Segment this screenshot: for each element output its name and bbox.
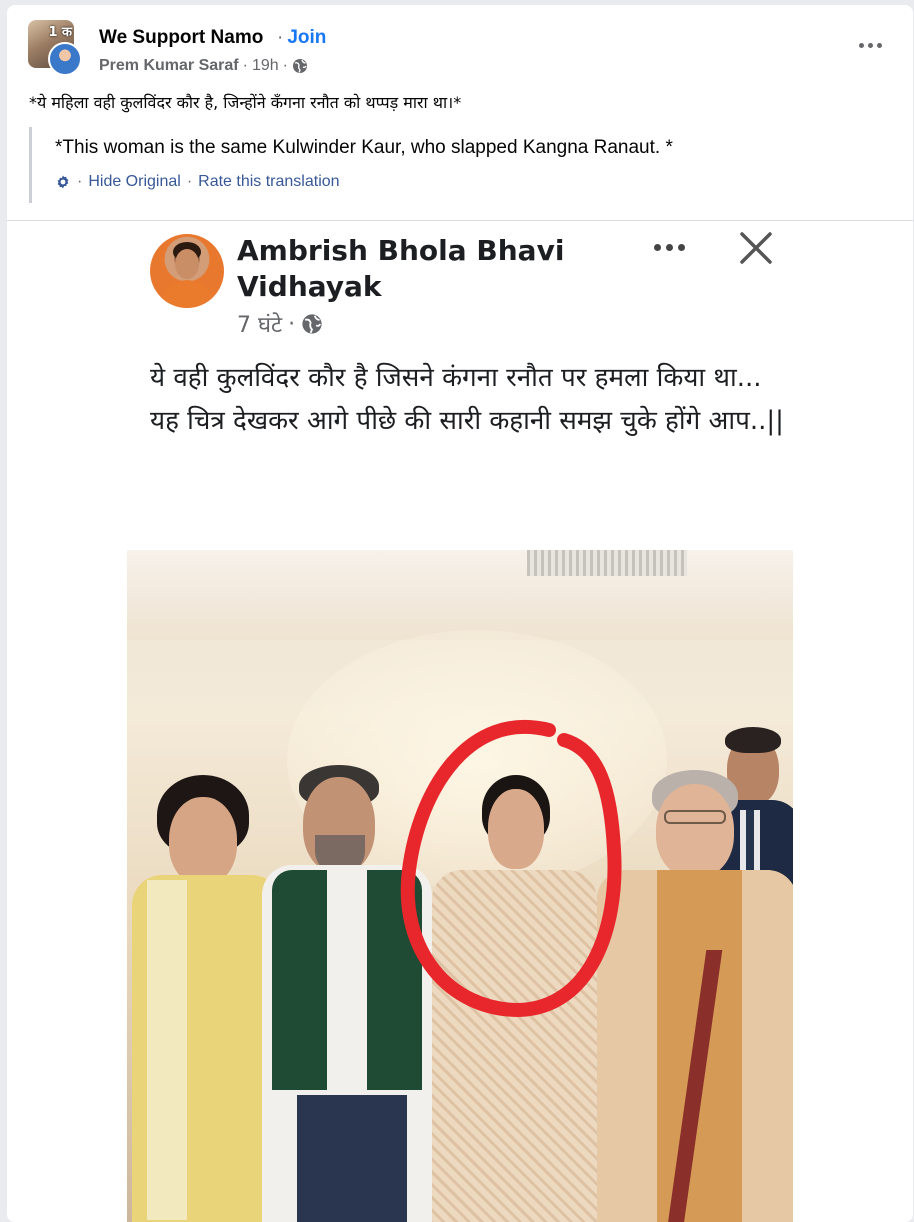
- translation-actions: · Hide Original · Rate this translation: [55, 173, 340, 191]
- rate-translation-link[interactable]: Rate this translation: [198, 173, 339, 191]
- globe-icon[interactable]: [292, 58, 308, 74]
- post-meta: Prem Kumar Saraf · 19h ·: [99, 57, 308, 75]
- embedded-text: ये वही कुलविंदर कौर है जिसने कंगना रनौत …: [150, 357, 790, 443]
- translation-separator-2: ·: [186, 173, 193, 190]
- embedded-meta-separator: ·: [288, 311, 296, 337]
- translated-text: *This woman is the same Kulwinder Kaur, …: [55, 137, 673, 158]
- highlight-circle: [400, 719, 622, 1018]
- post-card: 1 क We Support Namo · Join Prem Kumar Sar…: [7, 5, 913, 1222]
- translation-separator-1: ·: [77, 173, 83, 190]
- photo-vent: [527, 550, 687, 576]
- more-options-icon[interactable]: [855, 35, 885, 55]
- embedded-text-line1: ये वही कुलविंदर कौर है जिसने कंगना रनौत …: [150, 363, 762, 393]
- gear-icon[interactable]: [55, 174, 71, 190]
- embedded-time: 7 घंटे: [237, 313, 283, 338]
- user-avatar[interactable]: [48, 42, 82, 76]
- embedded-text-line2: यह चित्र देखकर आगे पीछे की सारी कहानी सम…: [150, 406, 784, 436]
- group-name-link[interactable]: We Support Namo: [99, 27, 263, 49]
- hide-original-link[interactable]: Hide Original: [88, 173, 180, 191]
- embedded-avatar: [150, 234, 224, 308]
- meta-separator: ·: [242, 57, 248, 74]
- post-avatar-group[interactable]: 1 क: [28, 20, 84, 78]
- embedded-close-icon: [740, 232, 772, 264]
- embedded-author-name: Ambrish Bhola Bhavi Vidhayak: [237, 234, 565, 303]
- group-avatar-tag: 1 क: [48, 25, 72, 40]
- embedded-meta: 7 घंटे ·: [237, 309, 323, 339]
- group-photo: [127, 550, 793, 1222]
- post-time-link[interactable]: 19h: [252, 57, 279, 75]
- author-link[interactable]: Prem Kumar Saraf: [99, 57, 239, 75]
- join-label: Join: [287, 27, 327, 48]
- embedded-more-icon: [647, 237, 691, 257]
- embedded-globe-icon: [302, 314, 322, 334]
- post-image[interactable]: Ambrish Bhola Bhavi Vidhayak 7 घंटे · ये…: [7, 221, 913, 1222]
- translation-box: *This woman is the same Kulwinder Kaur, …: [29, 127, 889, 203]
- post-text: *ये महिला वही कुलविंदर कौर है, जिन्होंने…: [29, 93, 462, 112]
- meta-separator-2: ·: [282, 57, 288, 74]
- photo-ceiling: [127, 550, 793, 640]
- join-button[interactable]: · Join: [277, 27, 326, 49]
- join-separator: ·: [277, 27, 284, 48]
